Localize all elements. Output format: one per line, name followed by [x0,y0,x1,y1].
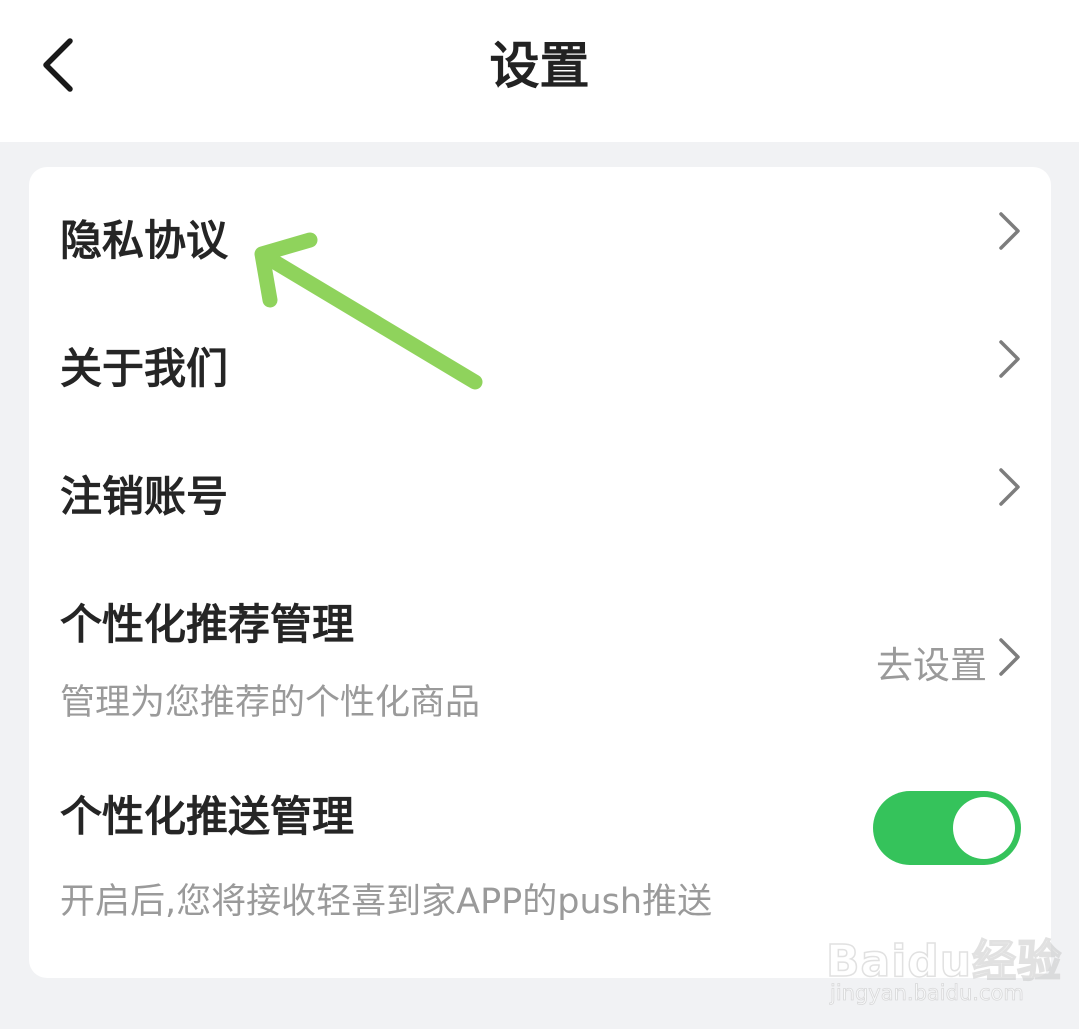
watermark-url: jingyan.baidu.com [830,981,1025,1006]
personalized-recommend-row[interactable]: 个性化推荐管理 管理为您推荐的个性化商品 去设置 [29,551,1051,747]
baidu-watermark: Baidu经验 jingyan.baidu.com [825,915,1062,1015]
personalized-recommend-description: 管理为您推荐的个性化商品 [60,683,481,723]
watermark-brand: Baidu经验 [825,935,1063,988]
about-us-row[interactable]: 关于我们 [29,295,1051,423]
chevron-right-icon [999,212,1020,250]
settings-card: 隐私协议 关于我们 注销账号 个性化推荐管理 管理为您推荐的个性化商品 去设置 … [29,167,1051,978]
page-title: 设置 [489,37,590,95]
go-settings-link[interactable]: 去设置 [876,635,987,689]
chevron-right-icon [999,468,1020,506]
toggle-knob [953,797,1015,859]
delete-account-row[interactable]: 注销账号 [29,423,1051,551]
push-toggle-switch[interactable] [873,791,1021,865]
personalized-push-label: 个性化推送管理 [60,792,355,841]
about-us-label: 关于我们 [60,344,229,393]
personalized-push-description: 开启后,您将接收轻喜到家APP的push推送 [60,882,713,922]
privacy-agreement-row[interactable]: 隐私协议 [29,167,1051,295]
chevron-right-icon [999,638,1020,676]
privacy-agreement-label: 隐私协议 [60,216,229,265]
app-header: 设置 [0,0,1079,142]
delete-account-label: 注销账号 [60,472,229,521]
personalized-recommend-label: 个性化推荐管理 [60,600,355,649]
chevron-right-icon [999,340,1020,378]
